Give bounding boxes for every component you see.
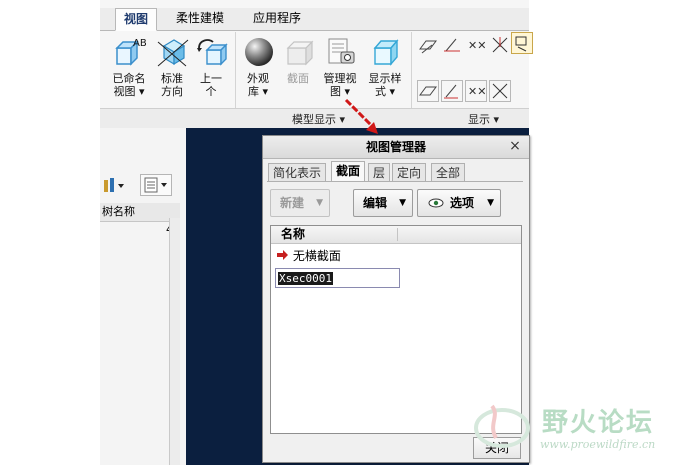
axis-display-icon[interactable] [441,34,463,56]
csys-tag-icon[interactable] [489,80,511,102]
standard-orientation-button[interactable]: 标准 方向 [152,36,192,98]
tab-sections[interactable]: 截面 [331,161,366,182]
list-item-label: 无横截面 [292,249,341,263]
standard-orientation-label-2: 方向 [161,85,183,98]
tab-divider [267,181,523,182]
axis-tag-icon[interactable] [441,80,463,102]
close-icon[interactable]: × [507,138,523,154]
column-divider [397,228,398,241]
appearance-label-2: 库 ▾ [247,85,269,98]
tab-simplified-rep[interactable]: 简化表示 [268,163,327,182]
model-display-group-label[interactable]: 模型显示 ▾ [292,111,345,127]
chevron-down-icon: ▼ [487,198,494,208]
tree-settings-icon[interactable] [102,176,130,197]
model-tree-panel: 树名称 42 [100,128,187,465]
previous-view-label-2: 个 [205,85,217,98]
watermark-url: www.proewildfire.cn [540,438,656,451]
list-item[interactable]: 无横截面 [277,247,341,265]
chevron-down-icon: ▼ [399,198,406,208]
options-button[interactable]: 选项 ▼ [417,189,501,217]
edit-button-label: 编辑 [363,196,388,210]
tab-applications[interactable]: 应用程序 [245,8,309,29]
previous-view-label-1: 上一 [200,72,222,85]
display-style-icon [369,36,401,68]
tree-column-header-label: 树名称 [102,205,135,218]
red-arrow-annotation [344,98,378,134]
plane-display-icon[interactable] [417,34,439,56]
display-style-button[interactable]: 显示样 式 ▾ [364,36,406,98]
options-button-label: 选项 [450,196,475,210]
section-label-1: 截面 [287,72,309,85]
dialog-title: 视图管理器 [263,136,529,159]
named-view-label-2: 视图 ▾ [113,85,145,98]
tab-flexible-modeling[interactable]: 柔性建模 [168,8,232,29]
tree-scrollbar[interactable] [169,218,180,465]
named-view-icon: AB [113,36,147,68]
sphere-icon [242,36,274,68]
previous-view-button[interactable]: 上一 个 [192,36,230,98]
tab-view[interactable]: 视图 [115,8,158,31]
section-name-value: Xsec0001 [278,272,333,285]
section-name-input[interactable]: Xsec0001 [275,268,400,288]
manage-views-label-1: 管理视 [323,72,357,85]
new-button[interactable]: 新建 ▼ [270,189,330,217]
ribbon: 视图 柔性建模 应用程序 AB 已命名 视图 ▾ 标准 方向 上一 个 外观 库… [100,0,533,129]
list-header-name: 名称 [281,227,306,241]
appearance-gallery-button[interactable]: 外观 库 ▾ [238,36,278,98]
arrow-right-icon [277,248,289,266]
watermark-text: 野火论坛 [542,408,655,438]
svg-text:✕✕: ✕✕ [468,85,486,98]
tree-column-header[interactable]: 树名称 [100,203,180,222]
plane-tag-icon[interactable] [417,80,439,102]
manage-views-icon [324,36,356,68]
new-button-label: 新建 [280,196,305,210]
tab-orient[interactable]: 定向 [392,163,427,182]
ribbon-group-labels: 模型显示 ▾ 显示 ▾ [100,108,529,129]
appearance-label-1: 外观 [247,72,269,85]
ab-label: AB [133,38,147,49]
previous-view-icon [195,36,228,68]
point-tag-icon[interactable]: ✕✕ [465,80,487,102]
named-view-label-1: 已命名 [112,72,146,85]
section-icon [282,36,314,68]
named-view-button[interactable]: AB 已命名 视图 ▾ [106,36,152,98]
display-style-label-1: 显示样 [368,72,402,85]
edit-button[interactable]: 编辑 ▼ [353,189,413,217]
svg-text:✕✕: ✕✕ [468,39,486,52]
point-display-icon[interactable]: ✕✕ [465,34,487,56]
watermark-logo-icon [474,404,530,448]
annotation-display-icon[interactable] [511,32,533,54]
chevron-down-icon: ▼ [316,198,323,208]
manage-views-button[interactable]: 管理视 图 ▾ [318,36,362,98]
section-button[interactable]: 截面 [278,36,318,85]
standard-orientation-icon [156,36,189,68]
list-header[interactable]: 名称 [271,226,521,244]
display-group-label[interactable]: 显示 ▾ [468,111,499,127]
ribbon-tabbar: 视图 柔性建模 应用程序 [100,8,529,31]
csys-display-icon[interactable] [489,34,511,56]
tab-layers[interactable]: 层 [368,163,391,182]
tab-all[interactable]: 全部 [431,163,466,182]
eye-icon [428,190,444,225]
show-filter-icon[interactable] [140,174,172,196]
standard-orientation-label-1: 标准 [161,72,183,85]
